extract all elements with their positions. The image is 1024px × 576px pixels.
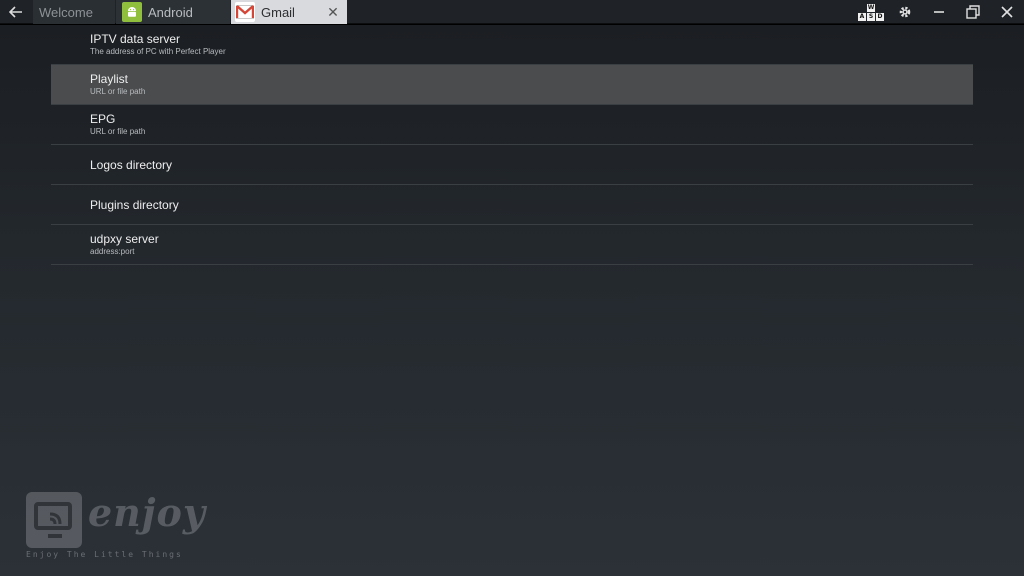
cast-screen-icon [26, 492, 82, 548]
tab-welcome[interactable]: Welcome [33, 0, 115, 24]
setting-iptv-data-server[interactable]: IPTV data server The address of PC with … [51, 25, 973, 65]
minimize-icon[interactable] [922, 0, 956, 24]
setting-playlist[interactable]: Playlist URL or file path [51, 65, 973, 105]
enjoy-watermark: enjoy Enjoy The Little Things [26, 490, 206, 564]
close-window-icon[interactable] [990, 0, 1024, 24]
watermark-tagline: Enjoy The Little Things [26, 550, 183, 559]
setting-subtitle: URL or file path [90, 127, 146, 136]
keyboard-keymap-icon: W A S D [858, 3, 884, 21]
setting-title: Logos directory [90, 158, 173, 172]
back-arrow-icon[interactable] [0, 0, 32, 24]
settings-list: IPTV data server The address of PC with … [51, 25, 973, 265]
setting-subtitle: The address of PC with Perfect Player [90, 47, 226, 56]
close-tab-icon[interactable]: ✕ [325, 4, 341, 21]
tab-label: Android [148, 4, 193, 20]
gmail-icon [235, 2, 255, 22]
keymap-button[interactable]: W A S D [854, 0, 888, 24]
setting-epg[interactable]: EPG URL or file path [51, 105, 973, 145]
tab-gmail[interactable]: Gmail ✕ [231, 0, 347, 24]
tab-label: Welcome [39, 4, 93, 20]
setting-title: Playlist [90, 72, 129, 86]
setting-subtitle: address:port [90, 247, 135, 256]
android-icon [122, 2, 142, 22]
setting-title: udpxy server [90, 232, 159, 246]
setting-logos-directory[interactable]: Logos directory [51, 145, 973, 185]
setting-plugins-directory[interactable]: Plugins directory [51, 185, 973, 225]
restore-window-icon[interactable] [956, 0, 990, 24]
setting-title: EPG [90, 112, 116, 126]
tab-label: Gmail [261, 4, 295, 20]
title-bar: Welcome Android Gmail ✕ W A S D [0, 0, 1024, 24]
setting-title: Plugins directory [90, 198, 179, 212]
tab-android[interactable]: Android [116, 0, 230, 24]
setting-title: IPTV data server [90, 32, 181, 46]
watermark-logo-text: enjoy [88, 490, 206, 535]
setting-udpxy-server[interactable]: udpxy server address:port [51, 225, 973, 265]
settings-gear-icon[interactable] [888, 0, 922, 24]
setting-subtitle: URL or file path [90, 87, 146, 96]
